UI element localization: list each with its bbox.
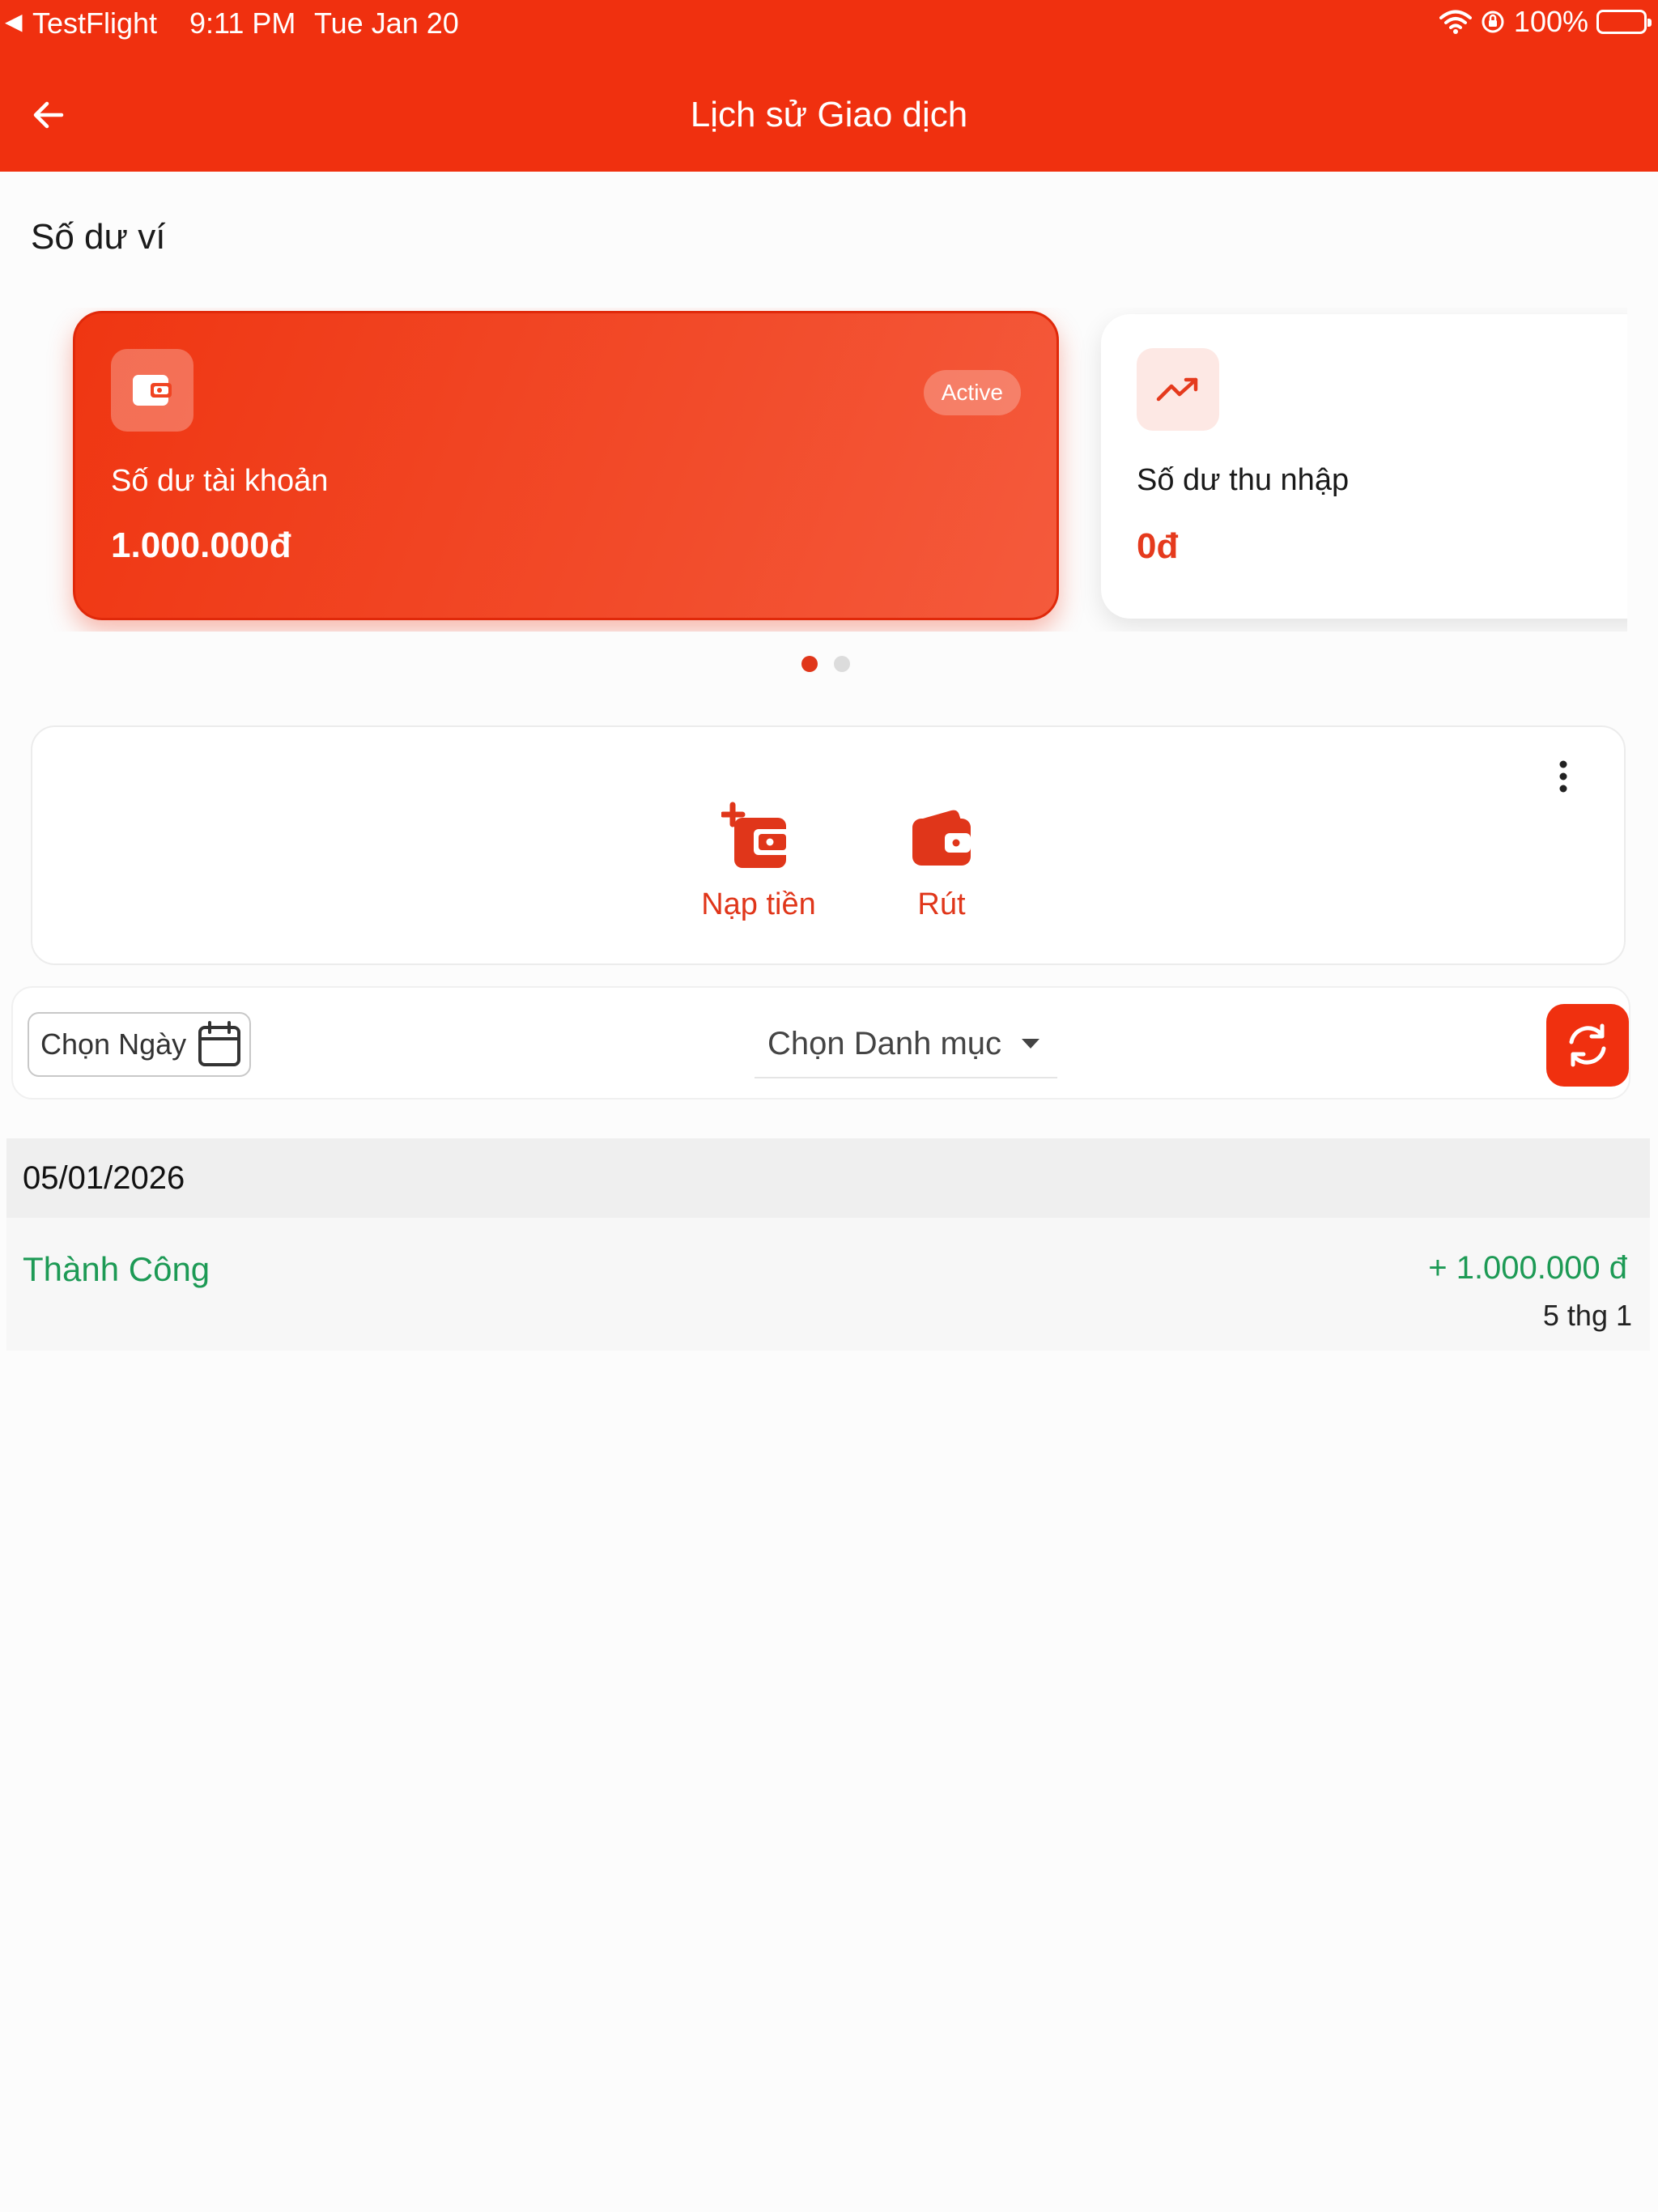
status-time: 9:11 PM	[189, 6, 296, 40]
carousel-pagination[interactable]	[801, 656, 850, 672]
status-bar: ◀ TestFlight 9:11 PM Tue Jan 20 100%	[0, 0, 1658, 45]
page-title: Lịch sử Giao dịch	[690, 95, 968, 134]
filter-bar: Chọn Ngày Chọn Danh mục	[11, 986, 1630, 1100]
wallet-icon	[111, 349, 193, 432]
income-balance-card[interactable]: Số dư thu nhập 0đ	[1101, 314, 1627, 619]
back-to-app-label[interactable]: TestFlight	[32, 6, 157, 40]
income-balance-value: 0đ	[1137, 526, 1179, 566]
trending-up-icon	[1137, 348, 1219, 431]
withdraw-button[interactable]: Rút	[881, 798, 1002, 922]
transaction-amount: + 1.000.000 đ	[1428, 1250, 1627, 1286]
back-to-app-arrow-icon[interactable]: ◀	[5, 8, 23, 35]
battery-icon	[1596, 10, 1652, 34]
wallet-icon	[881, 798, 1002, 876]
status-indicators: 100%	[1439, 5, 1652, 39]
calendar-icon	[198, 1021, 241, 1066]
carousel-dot-2[interactable]	[834, 656, 850, 672]
wallet-section-title: Số dư ví	[31, 217, 166, 257]
top-up-label: Nạp tiền	[701, 887, 816, 921]
wifi-icon	[1439, 9, 1472, 35]
date-picker-button[interactable]: Chọn Ngày	[28, 1012, 251, 1077]
category-select[interactable]: Chọn Danh mục	[755, 1010, 1057, 1078]
account-balance-card[interactable]: Active Số dư tài khoản 1.000.000đ	[73, 311, 1059, 620]
refresh-icon	[1569, 1023, 1606, 1067]
transaction-row[interactable]: Thành Công + 1.000.000 đ 5 thg 1	[6, 1218, 1650, 1351]
date-picker-label: Chọn Ngày	[40, 1027, 187, 1061]
balance-carousel[interactable]: Active Số dư tài khoản 1.000.000đ Số dư …	[0, 308, 1627, 632]
account-balance-label: Số dư tài khoản	[111, 464, 329, 498]
refresh-button[interactable]	[1546, 1004, 1629, 1087]
transaction-date-header: 05/01/2026	[6, 1138, 1650, 1218]
status-badge: Active	[923, 370, 1021, 415]
wallet-actions-card: Nạp tiền Rút	[31, 725, 1626, 965]
withdraw-label: Rút	[917, 887, 966, 921]
top-up-button[interactable]: Nạp tiền	[690, 798, 827, 922]
account-balance-value: 1.000.000đ	[111, 525, 291, 565]
status-date: Tue Jan 20	[314, 6, 459, 40]
app-header: ◀ TestFlight 9:11 PM Tue Jan 20 100% Lịc…	[0, 0, 1658, 172]
income-balance-label: Số dư thu nhập	[1137, 463, 1350, 497]
transaction-status: Thành Công	[23, 1250, 210, 1288]
battery-percent: 100%	[1513, 5, 1588, 38]
category-select-label: Chọn Danh mục	[767, 1025, 1002, 1061]
carousel-dot-1[interactable]	[801, 656, 818, 672]
more-vertical-icon[interactable]	[1551, 756, 1575, 797]
transaction-date: 5 thg 1	[1542, 1299, 1632, 1332]
orientation-lock-icon	[1480, 9, 1506, 35]
add-wallet-icon	[690, 798, 827, 876]
caret-down-icon	[1022, 1039, 1039, 1049]
app-root: ◀ TestFlight 9:11 PM Tue Jan 20 100% Lịc…	[0, 0, 1658, 2212]
